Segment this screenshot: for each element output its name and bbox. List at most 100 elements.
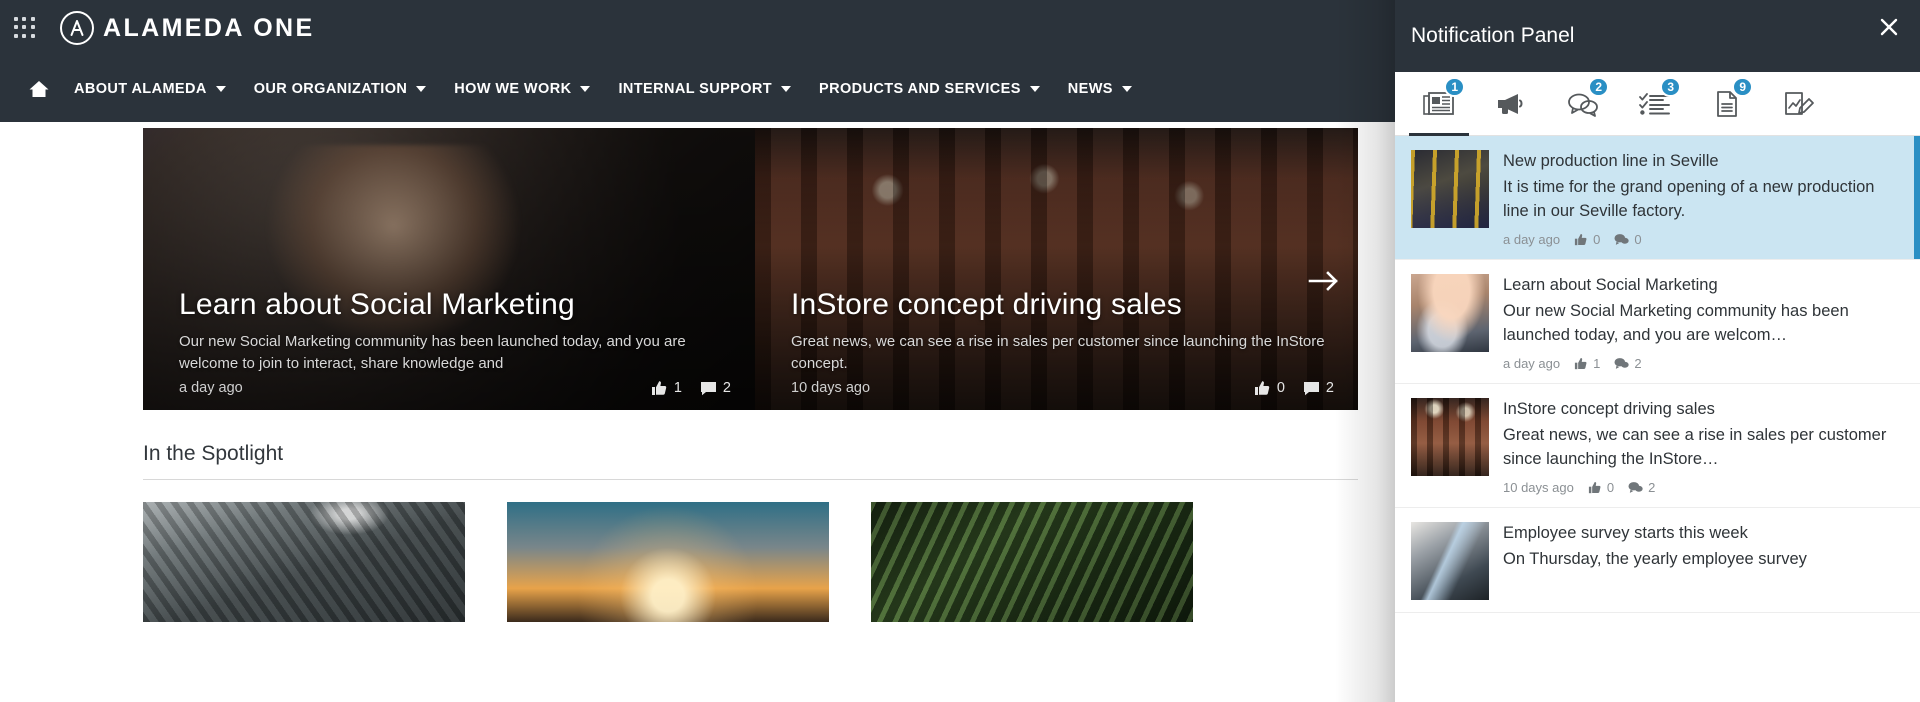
thumbs-up-icon (1575, 233, 1587, 246)
notification-timestamp: 10 days ago (1503, 480, 1574, 495)
carousel-slide-social-marketing[interactable]: Learn about Social Marketing Our new Soc… (143, 128, 755, 410)
menu-item-our-organization[interactable]: OUR ORGANIZATION (240, 81, 441, 97)
slide-footer: a day ago 1 2 (179, 380, 731, 396)
spotlight-divider (143, 479, 1358, 480)
notification-body: InStore concept driving sales Great news… (1503, 398, 1904, 495)
tab-news[interactable]: 1 (1403, 73, 1475, 136)
spotlight-heading: In the Spotlight (143, 442, 284, 465)
notification-item[interactable]: InStore concept driving sales Great news… (1395, 384, 1920, 508)
tab-badge: 9 (1732, 77, 1753, 97)
page-root: ALAMEDA ONE ABOUT ALAMEDA OUR ORGANIZATI… (0, 0, 1920, 702)
menu-item-news[interactable]: NEWS (1054, 81, 1146, 97)
comment-icon (1614, 234, 1630, 245)
notification-description: It is time for the grand opening of a ne… (1503, 178, 1875, 220)
panel-shadow (1335, 0, 1395, 702)
menu-label: NEWS (1067, 81, 1113, 97)
spotlight-card[interactable] (871, 502, 1193, 622)
menu-item-about-alameda[interactable]: ABOUT ALAMEDA (60, 81, 240, 97)
comment-icon (1303, 381, 1319, 395)
comment-count-value: 2 (1648, 480, 1656, 495)
slide-description: Our new Social Marketing community has b… (179, 333, 686, 372)
notification-title: New production line in Seville (1503, 152, 1719, 170)
notification-like-count: 0 (1588, 480, 1614, 495)
like-count-value: 0 (1593, 232, 1601, 247)
slide-title: InStore concept driving sales (791, 288, 1183, 321)
menu-item-products-and-services[interactable]: PRODUCTS AND SERVICES (805, 81, 1054, 97)
chevron-down-icon (215, 86, 226, 92)
menu-label: ABOUT ALAMEDA (74, 81, 207, 97)
menu-label: HOW WE WORK (454, 81, 572, 97)
menu-label: INTERNAL SUPPORT (618, 81, 773, 97)
spotlight-card[interactable] (143, 502, 465, 622)
brand-name: ALAMEDA ONE (103, 13, 315, 42)
notification-meta: a day ago 0 0 (1503, 232, 1904, 247)
chevron-down-icon (781, 86, 792, 92)
notification-like-count: 1 (1574, 356, 1600, 371)
chevron-down-icon (580, 86, 591, 92)
notification-title: Learn about Social Marketing (1503, 276, 1718, 294)
like-count-value: 1 (673, 380, 682, 396)
notification-thumbnail (1411, 150, 1489, 228)
notification-timestamp: a day ago (1503, 356, 1561, 371)
notification-body: New production line in Seville It is tim… (1503, 150, 1904, 247)
main-menu: ABOUT ALAMEDA OUR ORGANIZATION HOW WE WO… (0, 56, 1395, 122)
comment-count-value: 2 (722, 380, 731, 396)
comment-icon (1614, 358, 1630, 369)
slide-stats: 0 2 (1254, 380, 1334, 396)
tab-badge: 2 (1588, 77, 1609, 97)
comment-count-value: 2 (1634, 356, 1642, 371)
thumbs-up-icon (651, 381, 667, 395)
close-icon[interactable] (1872, 10, 1906, 44)
notification-like-count: 0 (1574, 232, 1600, 247)
slide-like-count: 0 (1254, 380, 1285, 396)
slide-comment-count: 2 (700, 380, 731, 396)
spotlight-card[interactable] (507, 502, 829, 622)
slide-text: Learn about Social Marketing Our new Soc… (179, 288, 729, 375)
chevron-down-icon (1029, 86, 1040, 92)
notification-comment-count: 2 (1628, 480, 1655, 495)
notification-thumbnail (1411, 398, 1489, 476)
slide-text: InStore concept driving sales Great news… (791, 288, 1332, 375)
slide-title: Learn about Social Marketing (179, 288, 575, 321)
spotlight-section: In the Spotlight (143, 442, 1358, 622)
notification-item[interactable]: Learn about Social Marketing Our new Soc… (1395, 260, 1920, 384)
tab-signatures[interactable] (1763, 73, 1835, 135)
notification-description: Our new Social Marketing community has b… (1503, 302, 1849, 344)
top-navigation-bar: ALAMEDA ONE ABOUT ALAMEDA OUR ORGANIZATI… (0, 0, 1395, 122)
carousel-slide-instore-concept[interactable]: InStore concept driving sales Great news… (755, 128, 1358, 410)
notification-body: Employee survey starts this week On Thur… (1503, 522, 1904, 600)
comment-icon (700, 381, 716, 395)
tab-tasks[interactable]: 3 (1619, 73, 1691, 135)
brand-logo[interactable]: ALAMEDA ONE (60, 11, 315, 45)
tab-badge: 1 (1444, 77, 1465, 97)
menu-item-how-we-work[interactable]: HOW WE WORK (440, 81, 604, 97)
brand-row: ALAMEDA ONE (0, 0, 1395, 56)
notification-panel-title: Notification Panel (1411, 24, 1575, 47)
like-count-value: 0 (1276, 380, 1285, 396)
notification-timestamp: a day ago (1503, 232, 1561, 247)
notification-tabs: 1 2 3 9 (1395, 72, 1920, 136)
comment-icon (1628, 482, 1643, 493)
notification-description: On Thursday, the yearly employee survey (1503, 550, 1807, 568)
hero-carousel: Learn about Social Marketing Our new Soc… (143, 128, 1358, 410)
main-content: Learn about Social Marketing Our new Soc… (0, 122, 1395, 702)
slide-timestamp: 10 days ago (791, 380, 871, 396)
slide-timestamp: a day ago (179, 380, 243, 396)
menu-item-internal-support[interactable]: INTERNAL SUPPORT (604, 81, 805, 97)
notification-thumbnail (1411, 522, 1489, 600)
signature-edit-icon (1785, 92, 1814, 115)
thumbs-up-icon (1575, 357, 1587, 370)
notification-item[interactable]: Employee survey starts this week On Thur… (1395, 508, 1920, 613)
alameda-logo-icon (60, 11, 94, 45)
tab-conversations[interactable]: 2 (1547, 73, 1619, 135)
comment-count-value: 0 (1634, 232, 1642, 247)
notification-description: Great news, we can see a rise in sales p… (1503, 426, 1887, 468)
notification-item[interactable]: New production line in Seville It is tim… (1395, 136, 1920, 260)
notification-title: Employee survey starts this week (1503, 524, 1748, 542)
tab-announcements[interactable] (1475, 73, 1547, 135)
notification-meta: 10 days ago 0 2 (1503, 480, 1904, 495)
home-icon[interactable] (18, 79, 60, 99)
tab-documents[interactable]: 9 (1691, 73, 1763, 135)
notification-panel: Notification Panel 1 2 3 9 New productio… (1395, 0, 1920, 702)
grid-apps-icon[interactable] (14, 17, 36, 39)
